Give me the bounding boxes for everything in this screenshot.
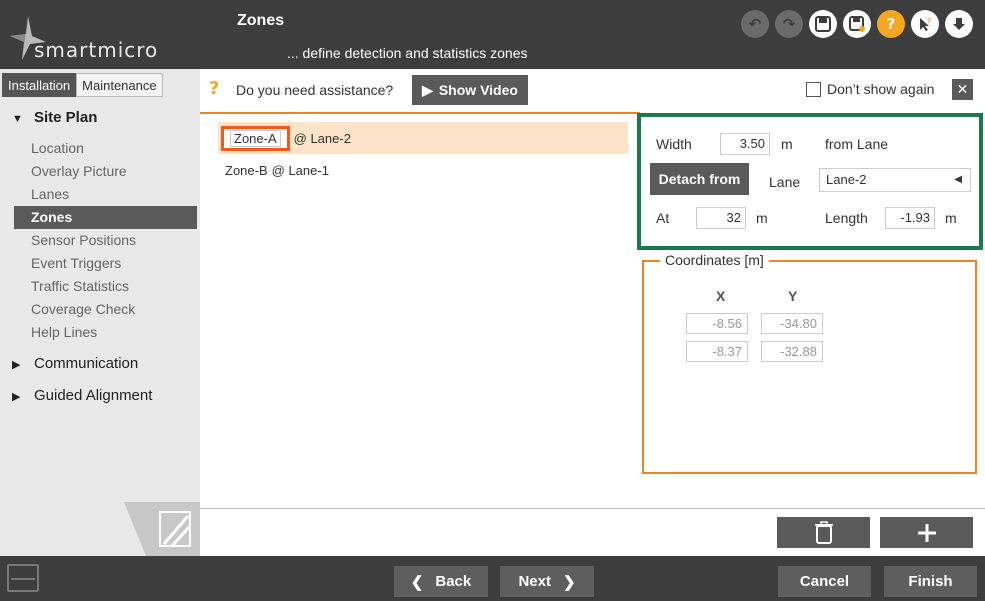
detach-from-button[interactable]: Detach from (650, 163, 749, 195)
undo-icon[interactable]: ↶ (741, 10, 769, 38)
zone-name-highlight[interactable]: Zone-A (221, 125, 290, 151)
site-plan-label: Site Plan (34, 109, 98, 126)
at-input[interactable]: 32 (696, 207, 746, 229)
close-assistance-button[interactable]: ✕ (952, 79, 973, 100)
page-title: Zones (237, 12, 285, 29)
width-unit: m (781, 136, 793, 152)
download-icon[interactable] (945, 10, 973, 38)
sidebar-section-site-plan[interactable]: ▼ Site Plan (12, 109, 97, 126)
communication-label: Communication (34, 355, 139, 372)
lane-select-value: Lane-2 (826, 172, 867, 187)
back-label: Back (435, 573, 472, 590)
chevron-left-icon: ❮ (410, 573, 424, 591)
lane-label: Lane (769, 174, 801, 190)
zone-detail-panel: Width 3.50 m from Lane Detach from Lane … (637, 113, 983, 250)
play-icon: ▶ (422, 81, 433, 98)
list-item[interactable]: Zone-A @ Lane-2 (218, 122, 628, 154)
tab-installation[interactable]: Installation (2, 73, 77, 97)
save-as-icon[interactable] (843, 10, 871, 38)
sidebar-item-overlay-picture[interactable]: Overlay Picture (14, 160, 197, 183)
dropdown-arrow-icon: ◀ (954, 174, 962, 185)
help-icon[interactable]: ? (877, 10, 905, 38)
chevron-right-icon: ❯ (562, 573, 576, 591)
smartmicro-logo: smartmicro (4, 10, 199, 66)
cancel-button[interactable]: Cancel (778, 566, 871, 597)
back-button[interactable]: ❮ Back (394, 566, 488, 597)
zone-lane: @ Lane-2 (293, 130, 351, 146)
sidebar-section-communication[interactable]: ▶ Communication (12, 355, 138, 372)
length-unit: m (945, 210, 957, 226)
coord-x-1[interactable]: -8.56 (686, 313, 748, 334)
coord-y-1[interactable]: -34.80 (761, 313, 823, 334)
coord-y-2[interactable]: -32.88 (761, 341, 823, 362)
trash-icon (814, 520, 833, 544)
footer: ❮ Back Next ❯ Cancel Finish (0, 556, 985, 601)
at-label: At (656, 210, 670, 226)
sidebar-section-guided-alignment[interactable]: ▶ Guided Alignment (12, 387, 152, 404)
coord-x-2[interactable]: -8.37 (686, 341, 748, 362)
guided-alignment-label: Guided Alignment (34, 387, 153, 404)
sidebar-item-location[interactable]: Location (14, 137, 197, 160)
redo-icon[interactable]: ↷ (775, 10, 803, 38)
sidebar-item-event-triggers[interactable]: Event Triggers (14, 252, 197, 275)
zone-list: Zone-A @ Lane-2 Zone-B @ Lane-1 (218, 122, 628, 186)
sidebar-item-help-lines[interactable]: Help Lines (14, 321, 197, 344)
plus-icon (917, 523, 936, 542)
tab-maintenance[interactable]: Maintenance (76, 73, 163, 97)
list-item[interactable]: Zone-B @ Lane-1 (218, 154, 628, 186)
sidebar: Installation Maintenance ▼ Site Plan Loca… (0, 69, 200, 556)
delete-zone-button[interactable] (777, 517, 870, 548)
collapsed-arrow-icon: ▶ (12, 359, 21, 371)
finish-button[interactable]: Finish (884, 566, 977, 597)
app-header: smartmicro Zones ... define detection an… (0, 0, 985, 69)
length-input[interactable]: -1.93 (885, 207, 935, 229)
x-header: X (716, 288, 726, 304)
sidebar-item-traffic-statistics[interactable]: Traffic Statistics (14, 275, 197, 298)
assistance-bar: ? Do you need assistance? ▶ Show Video D… (200, 69, 985, 112)
divider (200, 508, 985, 509)
sidebar-item-lanes[interactable]: Lanes (14, 183, 197, 206)
coordinates-group: Coordinates [m] X Y -8.56 -34.80 -8.37 -… (642, 252, 977, 474)
width-label: Width (656, 136, 692, 152)
save-icon[interactable] (809, 10, 837, 38)
coordinates-legend: Coordinates [m] (660, 252, 769, 268)
sidebar-item-zones[interactable]: Zones (14, 206, 197, 229)
sidebar-item-sensor-positions[interactable]: Sensor Positions (14, 229, 197, 252)
logo-text: smartmicro (34, 38, 159, 62)
sidebar-corner-graphic (124, 502, 200, 556)
dont-show-label: Don’t show again (827, 81, 935, 97)
next-button[interactable]: Next ❯ (500, 566, 594, 597)
page-subtitle: ... define detection and statistics zone… (287, 45, 528, 61)
length-label: Length (825, 210, 868, 226)
collapsed-arrow-icon: ▶ (12, 391, 21, 403)
sidebar-item-coverage-check[interactable]: Coverage Check (14, 298, 197, 321)
width-input[interactable]: 3.50 (720, 133, 770, 155)
at-unit: m (756, 210, 768, 226)
expanded-arrow-icon: ▼ (12, 113, 23, 125)
dont-show-again[interactable]: Don’t show again (806, 81, 934, 97)
show-video-label: Show Video (438, 82, 518, 98)
zone-name: Zone-A (230, 129, 281, 147)
next-label: Next (518, 573, 551, 590)
show-video-button[interactable]: ▶ Show Video (412, 75, 528, 105)
zone-name: Zone-B (225, 162, 268, 178)
y-header: Y (788, 288, 798, 304)
dont-show-checkbox[interactable] (806, 81, 821, 97)
from-lane-label: from Lane (825, 136, 889, 152)
assistance-text: Do you need assistance? (236, 82, 394, 98)
lane-select[interactable]: Lane-2 ◀ (819, 168, 971, 192)
svg-text:?: ? (927, 17, 931, 25)
console-toggle-icon[interactable] (7, 564, 39, 592)
divider (200, 112, 640, 114)
question-icon: ? (209, 78, 220, 99)
zone-lane: @ Lane-1 (271, 162, 329, 178)
context-help-icon[interactable]: ? (911, 10, 939, 38)
add-zone-button[interactable] (880, 517, 973, 548)
